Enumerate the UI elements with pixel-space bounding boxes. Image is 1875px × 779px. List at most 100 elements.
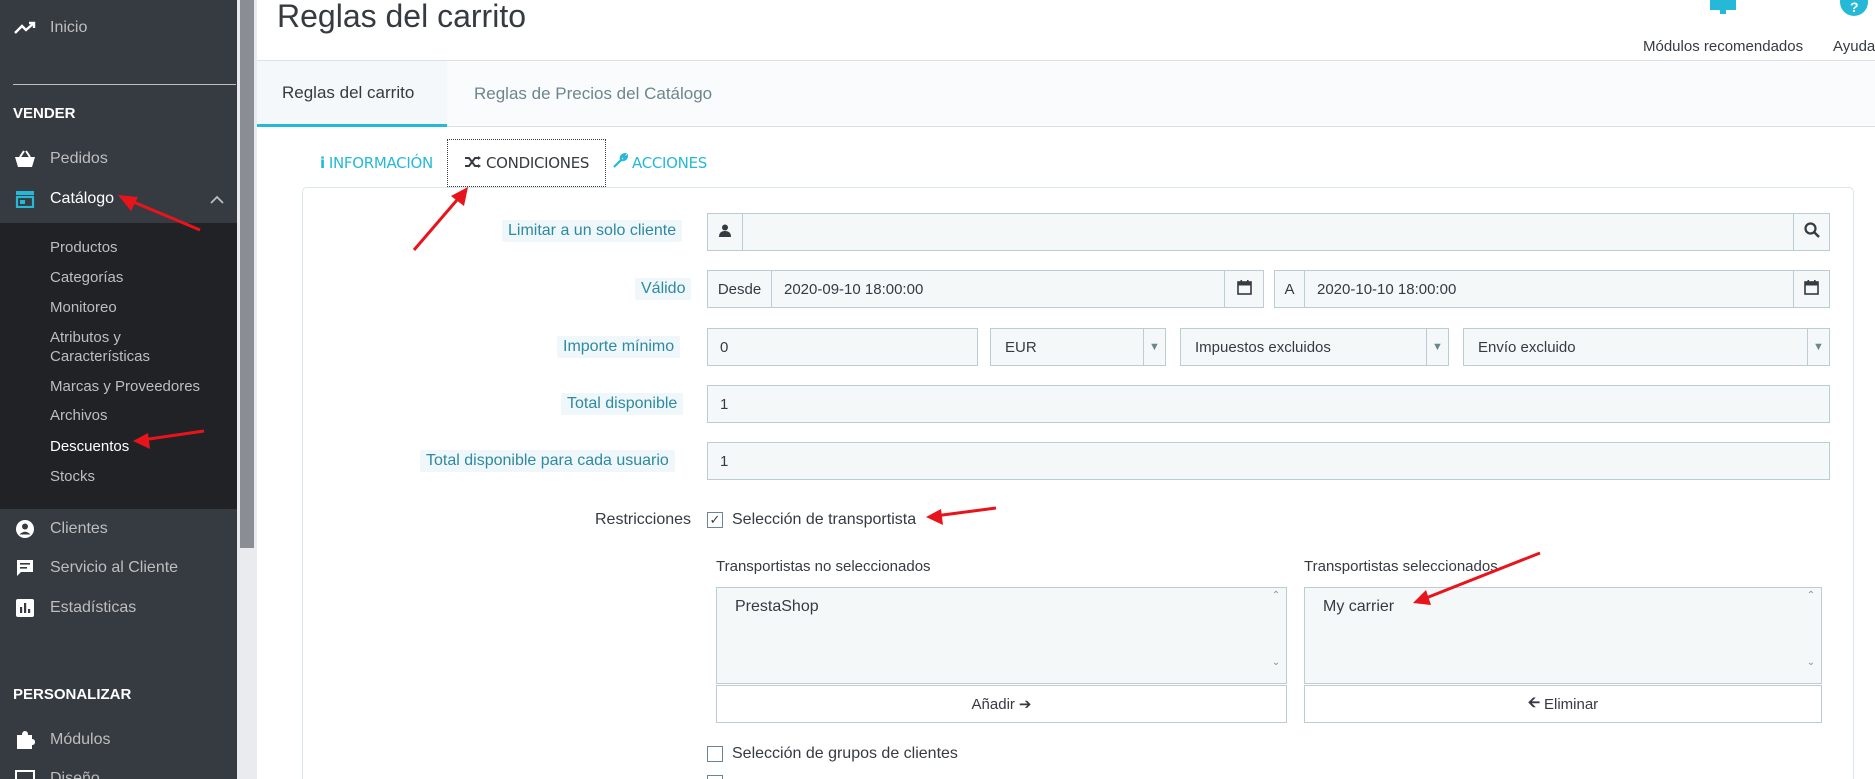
chevron-down-icon: ▼ xyxy=(1143,329,1165,365)
calendar-icon xyxy=(1236,279,1252,299)
remove-carrier-button[interactable]: 🡨 Eliminar xyxy=(1304,685,1822,723)
limit-customer-label: Limitar a un solo cliente xyxy=(502,220,683,242)
tab-actions[interactable]: ACCIONES xyxy=(612,139,707,187)
currency-select[interactable]: EUR ▼ xyxy=(990,328,1166,366)
chevron-down-icon: ⌄ xyxy=(1271,657,1281,668)
sidebar-item-label: Servicio al Cliente xyxy=(50,559,179,576)
add-carrier-button[interactable]: Añadir ➔ xyxy=(716,685,1287,723)
sidebar-section-customize: PERSONALIZAR xyxy=(13,686,132,703)
min-amount-input[interactable]: 0 xyxy=(707,328,978,366)
submenu-item-monitoring[interactable]: Monitoreo xyxy=(50,299,117,317)
account-circle-icon xyxy=(0,519,50,539)
tab-cart-rules[interactable]: Reglas del carrito xyxy=(257,61,447,127)
sidebar-item-catalog[interactable]: Catálogo xyxy=(0,180,237,218)
total-per-user-input[interactable]: 1 xyxy=(707,442,1830,480)
remove-carrier-label: Eliminar xyxy=(1544,695,1599,713)
sidebar-item-label: Módulos xyxy=(50,731,111,748)
customer-search-button[interactable] xyxy=(1793,213,1830,251)
selected-carriers-list[interactable]: My carrier ⌃ ⌄ xyxy=(1304,587,1822,684)
submenu-item-brands[interactable]: Marcas y Proveedores xyxy=(50,378,200,396)
restrictions-label: Restricciones xyxy=(595,511,692,528)
carrier-restriction-checkbox[interactable]: ✓ xyxy=(707,512,723,528)
valid-label: Válido xyxy=(635,278,692,300)
carrier-restriction-label: Selección de transportista xyxy=(732,511,917,528)
next-restriction-checkbox[interactable] xyxy=(707,775,723,779)
tab-conditions[interactable]: CONDICIONES xyxy=(447,139,607,187)
sidebar-item-modules[interactable]: Módulos xyxy=(0,721,237,759)
puzzle-icon xyxy=(1643,0,1803,20)
list-scrollbar[interactable]: ⌃ ⌄ xyxy=(1801,588,1821,683)
carrier-option[interactable]: PrestaShop xyxy=(735,598,819,616)
sidebar-item-label: Diseño xyxy=(50,770,100,779)
help-label: Ayuda xyxy=(1833,38,1875,55)
search-icon xyxy=(1803,222,1820,242)
sidebar-item-design[interactable]: Diseño xyxy=(0,760,237,779)
chevron-up-icon xyxy=(210,192,224,210)
carrier-option[interactable]: My carrier xyxy=(1323,598,1394,616)
from-date-input[interactable]: 2020-09-10 18:00:00 xyxy=(771,270,1225,308)
shipping-value: Envío excluido xyxy=(1478,338,1576,356)
sidebar-item-label: Inicio xyxy=(50,19,88,36)
to-date-input[interactable]: 2020-10-10 18:00:00 xyxy=(1304,270,1794,308)
help-icon: ? xyxy=(1833,0,1875,20)
submenu-item-attributes-line2[interactable]: Características xyxy=(50,348,150,366)
submenu-item-discounts[interactable]: Descuentos xyxy=(50,438,129,456)
group-restriction-checkbox[interactable] xyxy=(707,746,723,762)
desktop-icon xyxy=(0,770,50,779)
sidebar-item-label: Estadísticas xyxy=(50,599,137,616)
basket-icon xyxy=(0,150,50,168)
recommended-modules-label: Módulos recomendados xyxy=(1643,38,1804,55)
help-button[interactable]: ? Ayuda xyxy=(1833,0,1875,55)
sidebar-item-label: Clientes xyxy=(50,520,108,537)
svg-text:?: ? xyxy=(1850,0,1859,15)
total-available-label: Total disponible xyxy=(561,393,684,415)
catalog-submenu: Productos Categorías Monitoreo Atributos… xyxy=(0,223,237,509)
chevron-up-icon: ⌃ xyxy=(1271,590,1281,601)
submenu-item-attributes[interactable]: Atributos y xyxy=(50,329,121,347)
customer-search-input[interactable] xyxy=(742,213,1794,251)
chevron-down-icon: ⌄ xyxy=(1806,657,1816,668)
group-restriction-label: Selección de grupos de clientes xyxy=(732,745,958,762)
sidebar-scrollbar[interactable] xyxy=(237,0,257,779)
page-title: Reglas del carrito xyxy=(277,0,526,34)
tab-conditions-label: CONDICIONES xyxy=(486,154,590,172)
chat-icon xyxy=(0,558,50,578)
unselected-carriers-list[interactable]: PrestaShop ⌃ ⌄ xyxy=(716,587,1287,684)
tab-catalog-price-rules[interactable]: Reglas de Precios del Catálogo xyxy=(449,61,737,127)
sidebar-item-home[interactable]: Inicio xyxy=(0,9,237,47)
sidebar-item-customer-service[interactable]: Servicio al Cliente xyxy=(0,549,237,587)
bar-chart-icon xyxy=(0,599,50,617)
info-icon: i xyxy=(320,154,325,172)
submenu-item-stocks[interactable]: Stocks xyxy=(50,468,95,486)
list-scrollbar[interactable]: ⌃ ⌄ xyxy=(1266,588,1286,683)
tab-information[interactable]: i INFORMACIÓN xyxy=(320,139,433,187)
from-addon: Desde xyxy=(707,270,772,308)
shipping-select[interactable]: Envío excluido ▼ xyxy=(1463,328,1830,366)
tab-actions-label: ACCIONES xyxy=(632,154,707,172)
add-carrier-label: Añadir xyxy=(971,695,1015,713)
sidebar-divider xyxy=(13,84,236,85)
sidebar-scroll-thumb[interactable] xyxy=(240,0,254,548)
tax-select[interactable]: Impuestos excluidos ▼ xyxy=(1180,328,1449,366)
check-icon: ✓ xyxy=(709,512,721,527)
chevron-down-icon: ▼ xyxy=(1807,329,1829,365)
sidebar-item-label: Catálogo xyxy=(50,190,115,207)
total-available-input[interactable]: 1 xyxy=(707,385,1830,423)
shuffle-icon xyxy=(464,154,482,172)
to-calendar-button[interactable] xyxy=(1793,270,1830,308)
submenu-item-categories[interactable]: Categorías xyxy=(50,269,123,287)
arrow-right-icon: ➔ xyxy=(1018,696,1032,713)
from-calendar-button[interactable] xyxy=(1224,270,1264,308)
currency-value: EUR xyxy=(1005,338,1037,356)
submenu-item-files[interactable]: Archivos xyxy=(50,407,108,425)
total-per-user-label: Total disponible para cada usuario xyxy=(420,450,675,472)
sidebar-item-stats[interactable]: Estadísticas xyxy=(0,589,237,627)
sidebar-item-customers[interactable]: Clientes xyxy=(0,510,237,548)
page-tabs: Reglas del carrito Reglas de Precios del… xyxy=(257,61,1875,127)
sidebar-item-orders[interactable]: Pedidos xyxy=(0,140,237,178)
tab-information-label: INFORMACIÓN xyxy=(328,154,433,172)
tax-value: Impuestos excluidos xyxy=(1195,338,1331,356)
submenu-item-products[interactable]: Productos xyxy=(50,239,118,257)
customer-addon xyxy=(707,213,743,251)
recommended-modules-button[interactable]: Módulos recomendados xyxy=(1643,0,1803,55)
